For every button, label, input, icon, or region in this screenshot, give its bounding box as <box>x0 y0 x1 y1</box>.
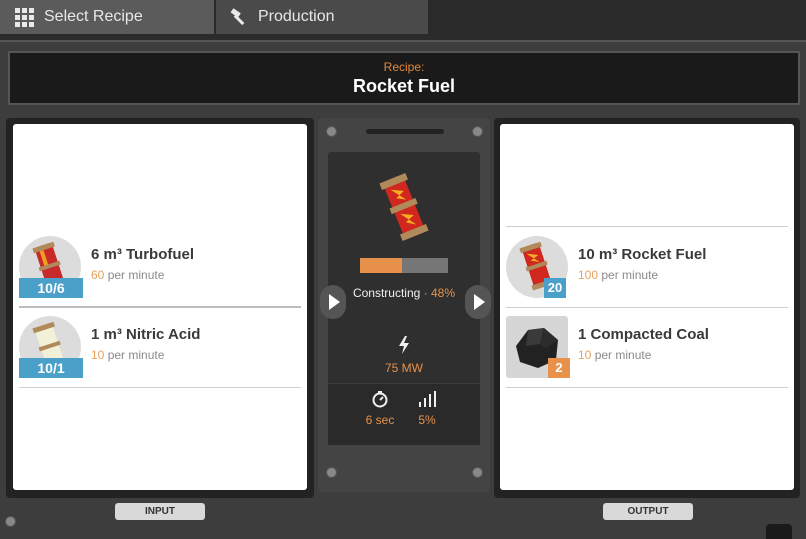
tab-production[interactable]: Production <box>216 0 428 34</box>
recipe-header: Recipe: Rocket Fuel <box>8 51 800 105</box>
output-count-badge: 2 <box>548 358 570 378</box>
output-rate: 10 per minute <box>578 348 652 362</box>
input-item-nitric-acid[interactable]: 10/1 1 m³ Nitric Acid 10 per minute <box>13 308 307 388</box>
rocket-fuel-product-icon <box>376 172 432 247</box>
tab-bar: Select Recipe Production <box>0 0 806 36</box>
output-item-rocket-fuel[interactable]: 20 10 m³ Rocket Fuel 100 per minute <box>500 228 794 308</box>
output-arrow-button[interactable] <box>465 285 491 319</box>
tab-select-recipe[interactable]: Select Recipe <box>0 0 214 34</box>
bolt-icon <box>472 467 483 478</box>
productivity: 5% <box>418 413 436 427</box>
output-count-badge: 20 <box>544 278 566 298</box>
input-count-badge: 10/6 <box>19 278 83 298</box>
power-icon <box>398 336 410 359</box>
bolt-icon <box>5 516 16 527</box>
output-label: OUTPUT <box>603 503 693 520</box>
play-arrow-icon <box>329 294 340 310</box>
timer-icon <box>371 390 389 413</box>
input-arrow-button[interactable] <box>320 285 346 319</box>
machine-slot <box>366 129 444 134</box>
bolt-icon <box>326 126 337 137</box>
tab-select-recipe-label: Select Recipe <box>44 8 143 25</box>
output-rate: 100 per minute <box>578 268 659 282</box>
divider <box>506 226 788 227</box>
hammer-icon <box>228 7 248 27</box>
progress-percent: 48% <box>431 286 456 300</box>
divider <box>19 387 301 388</box>
input-panel: 10/6 6 m³ Turbofuel 60 per minute 10/1 1… <box>13 124 307 490</box>
progress-fill <box>360 258 403 273</box>
input-name: 6 m³ Turbofuel <box>91 246 195 263</box>
input-item-turbofuel[interactable]: 10/6 6 m³ Turbofuel 60 per minute <box>13 228 307 308</box>
bolt-icon <box>326 467 337 478</box>
play-arrow-icon <box>474 294 485 310</box>
input-count-badge: 10/1 <box>19 358 83 378</box>
output-panel: 20 10 m³ Rocket Fuel 100 per minute 2 1 … <box>500 124 794 490</box>
input-rate: 60 per minute <box>91 268 165 282</box>
cycle-time: 6 sec <box>365 413 395 427</box>
output-name: 1 Compacted Coal <box>578 326 709 343</box>
output-item-compacted-coal[interactable]: 2 1 Compacted Coal 10 per minute <box>500 308 794 388</box>
grid-icon <box>14 7 34 27</box>
input-rate: 10 per minute <box>91 348 165 362</box>
machine-stats <box>328 383 480 445</box>
output-name: 10 m³ Rocket Fuel <box>578 246 707 263</box>
progress-bar <box>360 258 448 273</box>
bolt-icon <box>472 126 483 137</box>
corner-icon[interactable] <box>766 524 792 539</box>
recipe-label: Recipe: <box>383 60 425 74</box>
input-label: INPUT <box>115 503 205 520</box>
recipe-name: Rocket Fuel <box>352 76 456 96</box>
productivity-icon <box>418 390 438 413</box>
tab-production-label: Production <box>258 8 335 25</box>
input-name: 1 m³ Nitric Acid <box>91 326 201 343</box>
divider <box>506 387 788 388</box>
power-value: 75 MW <box>384 361 423 375</box>
